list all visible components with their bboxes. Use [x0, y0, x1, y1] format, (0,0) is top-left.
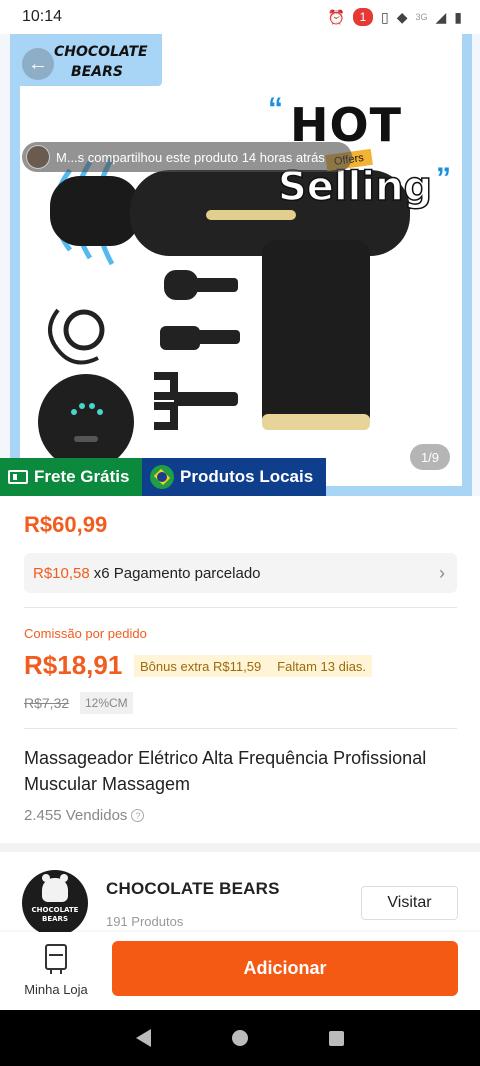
brand-line-1: CHOCOLATE — [54, 44, 148, 60]
nav-recents-icon[interactable] — [329, 1030, 345, 1046]
brand-tag-text: CHOCOLATE BEARS — [54, 42, 148, 82]
image-counter: 1/9 — [410, 444, 450, 470]
installment-row[interactable]: R$10,58 x6 Pagamento parcelado › — [24, 553, 457, 593]
status-icons: ⏰ 1 ▯ ◆ 3G ◢ ▮ — [328, 8, 462, 26]
local-products-label: Produtos Locais — [180, 467, 314, 486]
brazil-flag-icon — [150, 465, 174, 489]
sharer-avatar — [26, 145, 50, 169]
product-image-gallery[interactable]: CHOCOLATE BEARS ← “ HOT Selling ” M...s … — [0, 34, 480, 496]
sold-count: 2.455 Vendidos ? — [24, 807, 145, 824]
system-navigation-bar — [0, 1010, 480, 1066]
share-notification: M...s compartilhou este produto 14 horas… — [22, 142, 352, 172]
info-icon[interactable]: ? — [131, 809, 145, 822]
network-type-label: 3G — [415, 12, 428, 22]
battery-icon: ▮ — [454, 8, 462, 25]
section-separator — [0, 843, 480, 852]
product-price: R$60,99 — [24, 512, 108, 537]
divider — [24, 728, 457, 729]
shop-product-count: 191 Produtos — [106, 914, 184, 929]
shop-name[interactable]: CHOCOLATE BEARS — [106, 879, 280, 899]
arrow-left-icon: ← — [28, 52, 48, 75]
nav-home-icon[interactable] — [231, 1030, 248, 1046]
share-text: M...s compartilhou este produto 14 horas… — [56, 149, 325, 165]
shop-logo-text: CHOCOLATE BEARS — [22, 906, 88, 924]
installment-value: R$10,58 — [33, 564, 90, 582]
status-time: 10:14 — [22, 8, 63, 25]
vibrate-icon: ▯ — [380, 8, 389, 25]
free-shipping-label: Frete Grátis — [34, 467, 130, 486]
quote-open-icon: “ — [268, 92, 283, 125]
commission-value: R$18,91 — [24, 650, 123, 680]
bonus-text: Bônus extra R$11,59 — [140, 658, 262, 674]
old-commission: R$7,32 — [24, 695, 70, 711]
local-products-tag: Produtos Locais — [142, 458, 326, 496]
commission-rate-badge: 12%CM — [80, 692, 133, 714]
signal-icon: ◢ — [435, 8, 447, 25]
my-store-button[interactable]: Minha Loja — [16, 944, 96, 1000]
alarm-icon: ⏰ — [327, 8, 345, 25]
bonus-deadline: Faltam 13 dias. — [277, 658, 367, 674]
bonus-badge: Bônus extra R$11,59 Faltam 13 dias. — [134, 655, 373, 677]
shop-logo-line-2: BEARS — [42, 915, 68, 923]
free-shipping-tag: Frete Grátis — [0, 458, 142, 496]
nav-back-icon[interactable] — [135, 1029, 151, 1047]
divider — [24, 607, 457, 608]
shop-logo-line-1: CHOCOLATE — [31, 906, 79, 914]
product-title: Massageador Elétrico Alta Frequência Pro… — [24, 748, 427, 794]
notification-badge: 1 — [352, 8, 373, 26]
chevron-right-icon: › — [439, 562, 445, 583]
my-store-label: Minha Loja — [24, 982, 88, 997]
ticket-icon — [8, 470, 28, 484]
bottom-action-bar: Minha Loja Adicionar — [0, 932, 480, 1010]
store-icon — [45, 944, 67, 974]
shop-logo[interactable]: CHOCOLATE BEARS — [22, 870, 88, 936]
back-button[interactable]: ← — [22, 48, 54, 80]
wifi-icon: ◆ — [396, 8, 408, 25]
bear-logo-icon — [42, 874, 68, 902]
status-bar: 10:14 ⏰ 1 ▯ ◆ 3G ◢ ▮ — [0, 0, 480, 34]
installment-label: x6 Pagamento parcelado — [93, 564, 261, 582]
visit-shop-button[interactable]: Visitar — [361, 886, 458, 920]
add-button[interactable]: Adicionar — [112, 941, 458, 996]
quote-close-icon: ” — [436, 162, 451, 195]
sold-count-label: 2.455 Vendidos — [24, 807, 128, 824]
brand-line-2: BEARS — [71, 64, 123, 80]
commission-label: Comissão por pedido — [24, 626, 147, 641]
